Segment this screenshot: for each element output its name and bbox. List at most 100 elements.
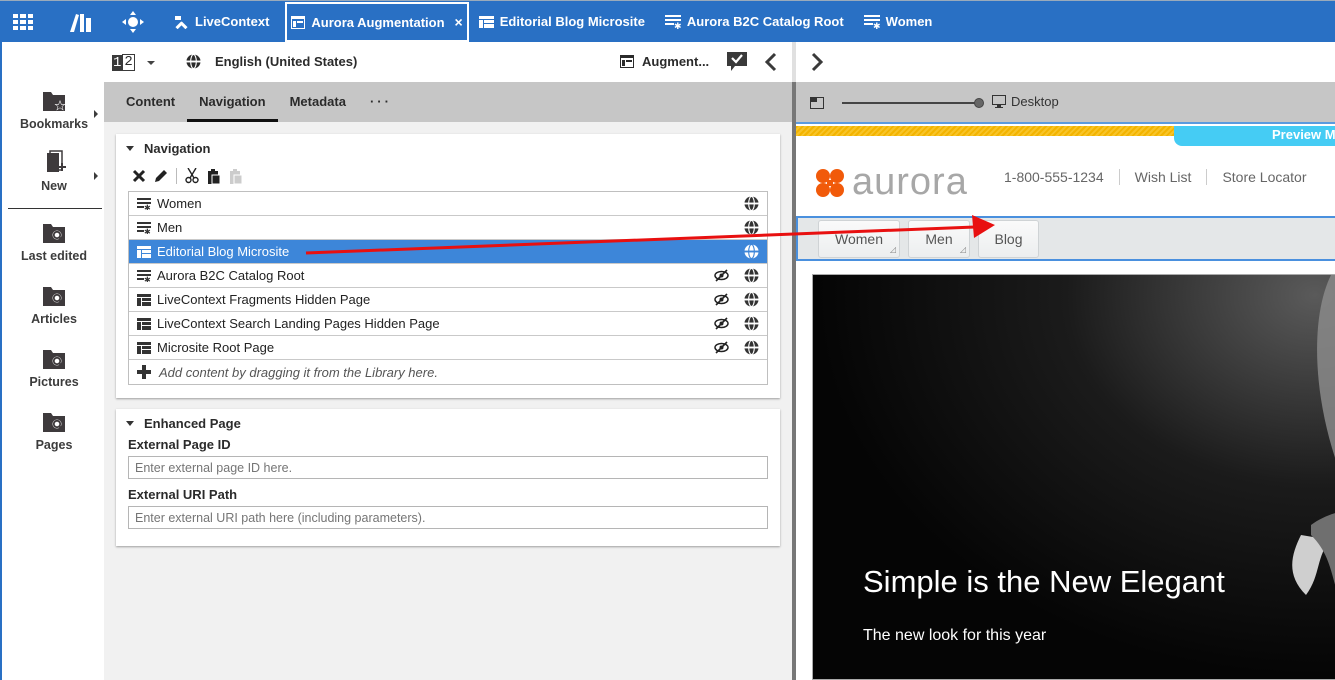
submenu-corner-icon: ◿	[889, 245, 896, 254]
plus-icon	[137, 365, 151, 379]
tab-navigation[interactable]: Navigation	[187, 82, 279, 122]
globe-icon[interactable]	[744, 244, 759, 259]
tab-label: Aurora B2C Catalog Root	[686, 14, 844, 29]
aurora-logo[interactable]: aurora	[814, 161, 968, 204]
aurora-clover-icon	[816, 168, 844, 197]
delete-icon[interactable]	[132, 169, 146, 183]
svg-text:✱: ✱	[873, 22, 880, 29]
external-page-id-input[interactable]	[128, 456, 768, 479]
window-icon[interactable]	[810, 97, 824, 109]
globe-icon[interactable]	[744, 340, 759, 355]
rail-label: Pictures	[29, 375, 79, 389]
tab-aurora-b2c-catalog-root[interactable]: ✱ Aurora B2C Catalog Root	[655, 3, 854, 41]
preview-header	[796, 42, 1335, 82]
page-icon	[137, 245, 151, 258]
list-item[interactable]: LiveContext Fragments Hidden Page	[129, 288, 767, 312]
language-label: English (United States)	[215, 54, 358, 69]
list-item[interactable]: ✱ Women	[129, 192, 767, 216]
device-label: Desktop	[992, 94, 1059, 109]
panel-title: Enhanced Page	[144, 415, 241, 431]
rail-item-pictures[interactable]: Pictures	[2, 346, 106, 389]
globe-icon[interactable]	[744, 268, 759, 283]
item-label: Editorial Blog Microsite	[157, 244, 290, 259]
nav-men[interactable]: Men ◿	[908, 220, 970, 258]
rail-label: Bookmarks	[19, 117, 89, 131]
rail-item-pages[interactable]: Pages	[2, 409, 106, 452]
list-item-selected[interactable]: Editorial Blog Microsite	[129, 240, 767, 264]
more-tabs-button[interactable]: ···	[358, 82, 404, 122]
navigation-panel: Navigation ✱ Women ✱ Men Editorial Blog …	[116, 134, 780, 398]
list-item[interactable]: ✱ Men	[129, 216, 767, 240]
rail-label: Last edited	[21, 249, 87, 263]
rail-item-last-edited[interactable]: Last edited	[2, 220, 106, 263]
submenu-caret-icon	[94, 110, 98, 118]
site-navbar: Women ◿ Men ◿ Blog	[796, 216, 1335, 261]
list-item[interactable]: LiveContext Search Landing Pages Hidden …	[129, 312, 767, 336]
device-name: Desktop	[1011, 94, 1059, 109]
close-tab-icon[interactable]: ×	[455, 14, 463, 30]
rail-label: New	[41, 179, 67, 193]
external-uri-path-input[interactable]	[128, 506, 768, 529]
preview-mode-badge: Preview M	[1174, 126, 1335, 146]
library-icon[interactable]	[58, 1, 104, 43]
item-label: Aurora B2C Catalog Root	[157, 268, 305, 283]
move-icon[interactable]	[110, 1, 156, 43]
store-locator-link[interactable]: Store Locator	[1206, 169, 1321, 185]
cut-icon[interactable]	[185, 168, 199, 184]
chevron-left-icon[interactable]	[764, 52, 778, 72]
paste-icon[interactable]	[207, 168, 221, 184]
device-slider-track[interactable]	[842, 102, 978, 104]
approve-comment-icon[interactable]	[726, 51, 748, 73]
navigation-panel-header[interactable]: Navigation	[116, 134, 780, 162]
version-selector[interactable]: 12	[112, 54, 155, 71]
tab-livecontext[interactable]: LiveContext	[164, 3, 279, 41]
item-label: LiveContext Fragments Hidden Page	[157, 292, 371, 307]
category-icon: ✱	[863, 14, 880, 29]
utility-links: 1-800-555-1234 Wish List Store Locator	[1004, 169, 1335, 185]
hero-banner[interactable]: Simple is the New Elegant The new look f…	[812, 274, 1335, 680]
search-folder-icon	[43, 224, 65, 243]
page-icon	[137, 317, 151, 330]
device-slider-knob[interactable]	[974, 98, 984, 108]
globe-icon[interactable]	[744, 220, 759, 235]
page-icon	[137, 341, 151, 354]
globe-icon[interactable]	[744, 196, 759, 211]
rail-item-new[interactable]: New	[2, 150, 106, 193]
submenu-corner-icon: ◿	[959, 245, 966, 254]
tab-metadata[interactable]: Metadata	[278, 82, 358, 122]
language-selector[interactable]: English (United States)	[186, 54, 357, 69]
rail-item-bookmarks[interactable]: Bookmarks	[2, 88, 106, 131]
nav-blog[interactable]: Blog	[978, 220, 1039, 258]
preview-toolbar: Desktop	[796, 82, 1335, 122]
item-label: Men	[157, 220, 183, 235]
rail-item-articles[interactable]: Articles	[2, 283, 106, 326]
edit-icon[interactable]	[154, 169, 168, 183]
chevron-right-icon[interactable]	[810, 52, 824, 72]
phone-number: 1-800-555-1234	[1004, 169, 1104, 185]
wish-list-link[interactable]: Wish List	[1118, 169, 1207, 185]
apps-grid-icon[interactable]	[0, 1, 46, 43]
search-folder-icon	[43, 287, 65, 306]
hidden-eye-icon	[714, 317, 729, 330]
add-content-dropzone[interactable]: Add content by dragging it from the Libr…	[129, 360, 767, 384]
globe-icon	[186, 54, 201, 69]
enhanced-panel-header[interactable]: Enhanced Page	[116, 409, 780, 437]
top-bar: LiveContext Aurora Augmentation × Editor…	[0, 0, 1335, 42]
tab-label: LiveContext	[195, 14, 270, 29]
collapse-triangle-icon	[126, 145, 134, 151]
editor-header: 12 English (United States) Augment...	[104, 42, 792, 82]
list-item[interactable]: Microsite Root Page	[129, 336, 767, 360]
tab-women[interactable]: ✱ Women	[854, 3, 943, 41]
tab-content[interactable]: Content	[114, 82, 187, 122]
nav-label: Women	[835, 231, 883, 247]
globe-icon[interactable]	[744, 292, 759, 307]
nav-label: Men	[925, 231, 953, 247]
document-title[interactable]: Augment...	[620, 54, 709, 69]
globe-icon[interactable]	[744, 316, 759, 331]
tab-editorial-blog-microsite[interactable]: Editorial Blog Microsite	[469, 3, 655, 41]
nav-women[interactable]: Women ◿	[818, 220, 900, 258]
tools-icon	[174, 15, 189, 29]
tab-aurora-augmentation[interactable]: Aurora Augmentation ×	[285, 2, 469, 42]
paste-disabled-icon[interactable]	[229, 168, 243, 184]
list-item[interactable]: ✱ Aurora B2C Catalog Root	[129, 264, 767, 288]
